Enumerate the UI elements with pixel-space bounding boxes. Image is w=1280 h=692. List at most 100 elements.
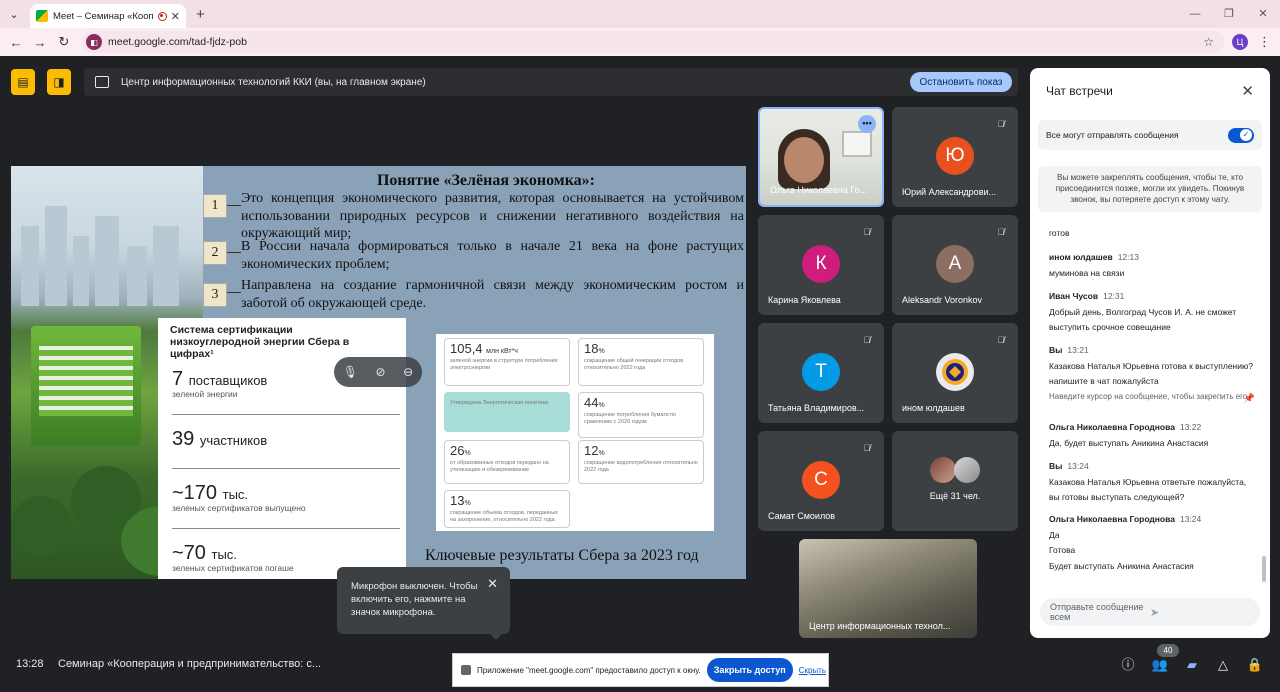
close-chat-icon[interactable]: ✕ (1241, 82, 1254, 100)
participant-tile[interactable]: 🎙̸ Ю Юрий Александрови... (892, 107, 1018, 207)
point-number: 1 (203, 194, 227, 218)
mic-muted-icon: 🎙̸ (997, 119, 1005, 129)
people-icon[interactable]: 👥 (1151, 656, 1169, 674)
stat-item: ~170 тыс. зеленых сертификатов выпущено (172, 482, 306, 513)
remove-icon[interactable]: ⊖ (403, 365, 413, 379)
participant-tile[interactable]: ••• Ольга Николаевна Го... (758, 107, 884, 207)
participant-thumbnail (954, 457, 980, 483)
share-window-icon (461, 665, 471, 675)
bookmark-star-icon[interactable]: ☆ (1203, 35, 1214, 49)
participant-avatar: К (802, 245, 840, 283)
participant-name: Центр информационных технол... (809, 621, 951, 631)
activities-shapes-icon[interactable]: △ (1214, 656, 1232, 674)
emblem-avatar-icon (936, 353, 974, 391)
close-tooltip-icon[interactable]: ✕ (487, 577, 498, 590)
stop-presenting-button[interactable]: Остановить показ (910, 72, 1012, 92)
mic-off-icon[interactable]: 🎙 (343, 365, 358, 379)
result-box: 44% сокращение потребления бумаги по сра… (578, 392, 704, 438)
permission-label: Все могут отправлять сообщения (1046, 130, 1179, 140)
participant-tile[interactable]: 🎙̸ С Самат Смоилов (758, 431, 884, 531)
stop-sharing-button[interactable]: Закрыть доступ (706, 658, 793, 682)
more-participants-label: Ещё 31 чел. (929, 491, 981, 501)
self-view-tile[interactable]: Центр информационных технол... (799, 539, 977, 638)
more-participants-tile[interactable]: Ещё 31 чел. (892, 431, 1018, 531)
slide-title: Понятие «Зелёная экономка»: (376, 172, 596, 189)
point-text: В России начала формироваться только в н… (241, 239, 744, 272)
pin-icon[interactable]: 📌 (1244, 391, 1255, 407)
chat-icon[interactable]: ▰ (1183, 656, 1201, 674)
result-box: 12% сокращение водопотребления относител… (578, 440, 704, 484)
stat-item: ~70 тыс. зеленых сертификатов погаше (172, 542, 294, 573)
more-options-icon[interactable]: ••• (858, 115, 876, 133)
mute-icon[interactable]: ⊘ (376, 365, 386, 379)
tab-title: Meet – Семинар «Коопера (53, 10, 154, 22)
participant-tile[interactable]: 🎙̸ ином юлдашев (892, 323, 1018, 423)
browser-tabbar: ⌄ Meet – Семинар «Коопера ✕ + — ❐ ✕ (0, 0, 1280, 28)
participant-name: Татьяна Владимиров... (768, 403, 865, 413)
presentation-banner-text: Центр информационных технологий ККИ (вы,… (121, 76, 426, 88)
chat-scrollbar[interactable] (1262, 556, 1266, 582)
mic-muted-icon: 🎙̸ (863, 335, 871, 345)
meeting-title: Семинар «Кооперация и предпринимательств… (58, 658, 322, 670)
minimize-icon[interactable]: — (1178, 0, 1212, 28)
point-number: 3 (203, 283, 227, 307)
point-number: 2 (203, 241, 227, 265)
presentation-banner: Центр информационных технологий ККИ (вы,… (84, 68, 1018, 96)
browser-menu-icon[interactable]: ⋮ (1258, 34, 1271, 50)
close-tab-icon[interactable]: ✕ (171, 10, 180, 23)
site-info-icon[interactable]: ◧ (86, 34, 102, 50)
tab-search-chevron-icon[interactable]: ⌄ (4, 4, 24, 24)
participant-tile[interactable]: 🎙̸ Т Татьяна Владимиров... (758, 323, 884, 423)
participant-name: Самат Смоилов (768, 511, 836, 521)
chat-message[interactable]: Вы 13:21 Казакова Наталья Юрьевна готова … (1049, 343, 1255, 403)
chat-input-placeholder[interactable]: Отправьте сообщение всем (1050, 602, 1150, 622)
chat-message: Ольга Николаевна Городнова 13:24 Да Готов… (1049, 514, 1202, 571)
participant-thumbnail (930, 457, 956, 483)
slide-point-1: 1 Это концепция экономического развития,… (203, 191, 746, 241)
reload-icon[interactable]: ↻ (52, 34, 76, 50)
browser-toolbar: ← → ↻ ◧ meet.google.com/tad-fjdz-pob ☆ Ц… (0, 28, 1280, 56)
host-controls-icon[interactable]: 🔒 (1246, 656, 1264, 674)
forward-icon[interactable]: → (28, 35, 52, 50)
participant-avatar: С (802, 461, 840, 499)
close-window-icon[interactable]: ✕ (1246, 0, 1280, 28)
present-screen-icon (95, 76, 109, 88)
result-box: 18% сокращение общей генерации отходов о… (578, 338, 704, 386)
send-icon[interactable]: ➤ (1150, 606, 1250, 619)
address-bar[interactable]: ◧ meet.google.com/tad-fjdz-pob ☆ (82, 31, 1224, 53)
point-text: Направлена на создание гармоничной связи… (241, 278, 744, 311)
tile-controls: 🎙 ⊘ ⊖ (334, 357, 422, 387)
new-tab-icon[interactable]: + (196, 6, 205, 23)
participant-tile[interactable]: 🎙̸ A Aleksandr Voronkov (892, 215, 1018, 315)
profile-avatar[interactable]: Ц (1232, 34, 1248, 50)
chat-permission-row: Все могут отправлять сообщения (1038, 120, 1262, 150)
participant-tile[interactable]: 🎙̸ К Карина Яковлева (758, 215, 884, 315)
activities-icon[interactable]: ▤ (11, 69, 35, 95)
chat-message-input[interactable]: Отправьте сообщение всем ➤ (1040, 598, 1260, 626)
participant-avatar: Т (802, 353, 840, 391)
chat-message: готов (1049, 228, 1070, 238)
mic-muted-icon: 🎙̸ (997, 335, 1005, 345)
pin-notice: Вы можете закреплять сообщения, чтобы те… (1038, 166, 1262, 212)
url-text[interactable]: meet.google.com/tad-fjdz-pob (108, 36, 1203, 48)
window-controls: — ❐ ✕ (1178, 0, 1280, 28)
restore-icon[interactable]: ❐ (1212, 0, 1246, 28)
certification-title: Система сертификации низкоуглеродной эне… (170, 324, 350, 360)
browser-tab-meet[interactable]: Meet – Семинар «Коопера ✕ (30, 4, 186, 28)
shared-slide: Понятие «Зелёная экономка»: 1 Это концеп… (11, 166, 746, 579)
layout-panel-icon[interactable]: ◨ (47, 69, 71, 95)
chat-title: Чат встречи (1046, 84, 1113, 98)
chat-message: Ольга Николаевна Городнова 13:22 Да, буде… (1049, 422, 1209, 448)
window-share-bar: Приложение "meet.google.com" предоставил… (452, 653, 829, 687)
back-icon[interactable]: ← (4, 35, 28, 50)
slide-point-2: 2 В России начала формироваться только в… (203, 239, 746, 277)
meet-favicon-icon (36, 10, 48, 22)
mic-off-tooltip: Микрофон выключен. Чтобы включить его, н… (337, 567, 510, 640)
participant-name: Aleksandr Voronkov (902, 295, 983, 305)
recording-icon (157, 11, 167, 21)
allow-messages-toggle[interactable] (1228, 127, 1254, 143)
participant-name: Ольга Николаевна Го... (770, 185, 868, 195)
hide-bar-link[interactable]: Скрыть (799, 666, 826, 675)
meeting-info-icon[interactable]: ⓘ (1119, 656, 1137, 674)
slide-point-3: 3 Направлена на создание гармоничной свя… (203, 278, 746, 317)
